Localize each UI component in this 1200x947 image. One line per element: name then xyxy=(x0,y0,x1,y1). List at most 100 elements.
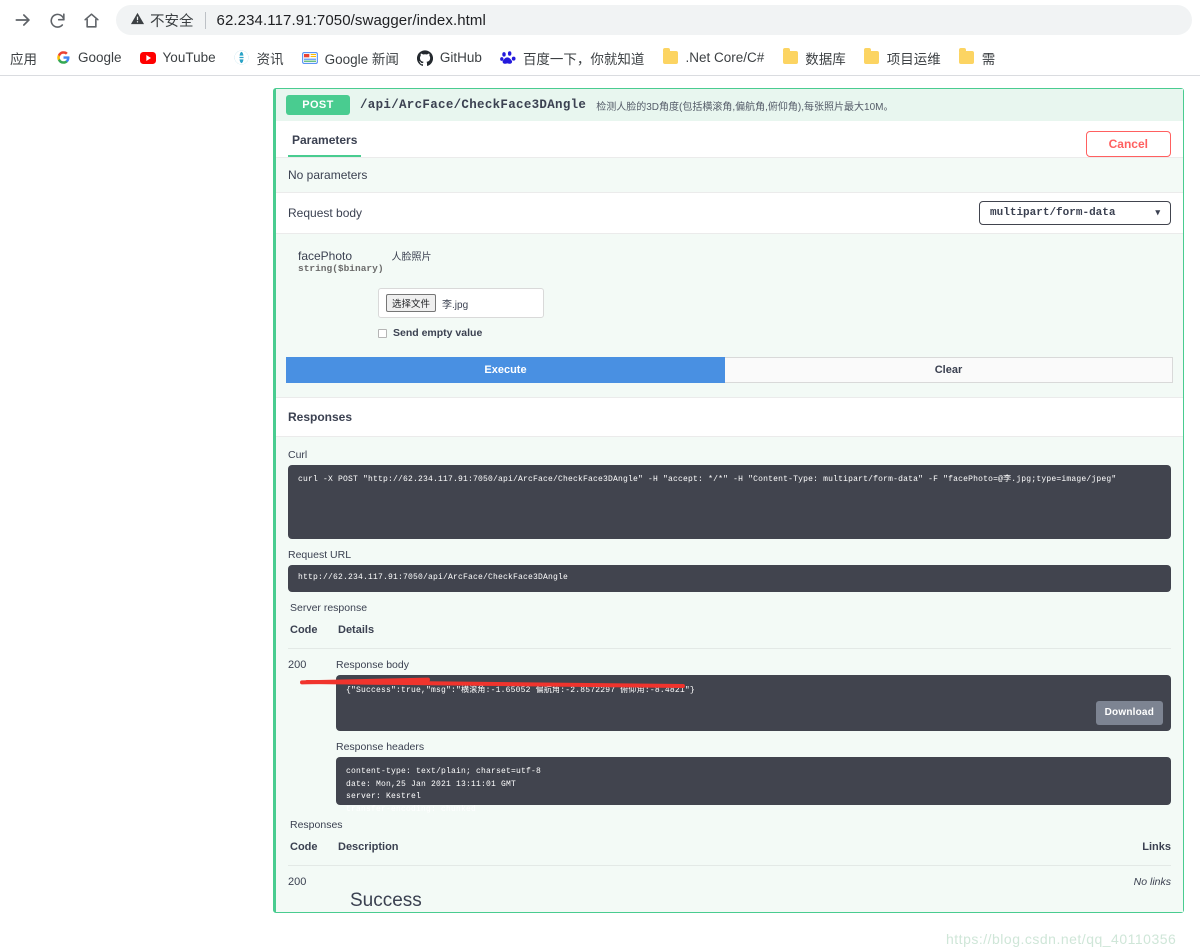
response-description-cell: Success xyxy=(336,876,1111,912)
curl-command-block[interactable]: curl -X POST "http://62.234.117.91:7050/… xyxy=(288,465,1171,539)
bookmark-folder-netcore[interactable]: .Net Core/C# xyxy=(662,50,764,66)
operation-body: Parameters Cancel No parameters Request … xyxy=(276,121,1183,912)
address-bar[interactable]: 不安全 62.234.117.91:7050/swagger/index.htm… xyxy=(116,5,1192,35)
content-type-select[interactable]: multipart/form-data ▾ xyxy=(979,201,1171,225)
file-upload-input[interactable]: 选择文件 李.jpg xyxy=(378,288,544,318)
bookmark-news-globe[interactable]: 资讯 xyxy=(234,48,284,68)
folder-icon xyxy=(959,50,975,66)
header-transfer-encoding: transfer-encoding: chunked xyxy=(346,804,1161,817)
bookmark-label: 百度一下，你就知道 xyxy=(523,48,645,68)
cancel-button[interactable]: Cancel xyxy=(1086,131,1171,157)
bookmark-google[interactable]: Google xyxy=(55,50,122,66)
parameters-tabrow: Parameters Cancel xyxy=(276,121,1183,157)
header-server: server: Kestrel xyxy=(346,791,1161,804)
folder-icon xyxy=(864,50,880,66)
bookmark-baidu[interactable]: 百度一下，你就知道 xyxy=(500,48,645,68)
bookmark-label: .Net Core/C# xyxy=(685,50,764,65)
response-body-label: Response body xyxy=(336,659,1171,671)
parameter-description: 人脸照片 xyxy=(392,248,432,263)
browser-toolbar: 不安全 62.234.117.91:7050/swagger/index.htm… xyxy=(0,0,1200,40)
spacer xyxy=(276,383,1183,397)
clear-button[interactable]: Clear xyxy=(725,357,1173,383)
execute-button[interactable]: Execute xyxy=(286,357,725,383)
bookmark-label: Google 新闻 xyxy=(325,48,399,68)
responses-heading: Responses xyxy=(276,397,1183,437)
tab-parameters[interactable]: Parameters xyxy=(288,131,361,157)
response-headers-label: Response headers xyxy=(336,741,1171,753)
endpoint-path: /api/ArcFace/CheckFace3DAngle xyxy=(360,98,586,112)
server-response-row: 200 Response body {"Success":true,"msg":… xyxy=(288,648,1171,805)
parameter-name: facePhoto xyxy=(298,249,384,263)
bookmarks-bar: 应用 Google YouTube 资讯 Google 新闻 xyxy=(0,40,1200,76)
chevron-down-icon: ▾ xyxy=(1155,208,1160,218)
http-method-badge: POST xyxy=(286,95,350,115)
bookmark-label: 应用 xyxy=(10,48,37,68)
request-url-label: Request URL xyxy=(288,549,1171,561)
server-response-table-head: Code Details xyxy=(288,620,1171,648)
header-date: date: Mon,25 Jan 2021 13:11:01 GMT xyxy=(346,779,1161,792)
not-secure-warning[interactable]: 不安全 xyxy=(130,10,194,31)
request-body-row: Request body multipart/form-data ▾ xyxy=(276,192,1183,233)
column-code: Code xyxy=(290,841,338,853)
github-icon xyxy=(417,50,433,66)
bookmark-youtube[interactable]: YouTube xyxy=(140,50,216,66)
folder-icon xyxy=(662,50,678,66)
response-headers-block[interactable]: content-type: text/plain; charset=utf-8 … xyxy=(336,757,1171,805)
request-body-label: Request body xyxy=(288,206,362,220)
content-type-value: multipart/form-data xyxy=(990,207,1115,219)
browser-chrome: 不安全 62.234.117.91:7050/swagger/index.htm… xyxy=(0,0,1200,80)
bookmark-folder-database[interactable]: 数据库 xyxy=(782,48,846,68)
send-empty-value-row[interactable]: Send empty value xyxy=(378,327,1171,339)
responses-table-head: Code Description Links xyxy=(288,837,1171,865)
curl-command-text: curl -X POST "http://62.234.117.91:7050/… xyxy=(298,475,1116,484)
response-description: Success xyxy=(336,876,1111,912)
folder-icon xyxy=(782,50,798,66)
bookmark-folder-ops[interactable]: 项目运维 xyxy=(864,48,941,68)
youtube-icon xyxy=(140,50,156,66)
column-links: Links xyxy=(1111,841,1171,853)
bookmark-label: 项目运维 xyxy=(887,48,941,68)
bookmark-label: 资讯 xyxy=(257,48,284,68)
server-response-label: Server response xyxy=(288,592,1171,620)
omnibox-divider xyxy=(205,12,206,29)
not-secure-label: 不安全 xyxy=(150,10,194,31)
column-description: Description xyxy=(338,841,1111,853)
forward-arrow-icon[interactable] xyxy=(8,5,38,35)
bookmark-label: GitHub xyxy=(440,50,482,65)
column-details: Details xyxy=(338,624,1171,636)
bookmark-apps[interactable]: 应用 xyxy=(10,48,37,68)
header-content-type: content-type: text/plain; charset=utf-8 xyxy=(346,766,1161,779)
bookmark-label: 数据库 xyxy=(805,48,846,68)
parameter-type: string($binary) xyxy=(298,263,384,274)
column-code: Code xyxy=(290,624,338,636)
endpoint-description: 检测人脸的3D角度(包括横滚角,偏航角,俯仰角),每张照片最大10M。 xyxy=(596,98,893,113)
baidu-icon xyxy=(500,50,516,66)
swagger-operation-block: POST /api/ArcFace/CheckFace3DAngle 检测人脸的… xyxy=(273,88,1184,913)
bookmark-github[interactable]: GitHub xyxy=(417,50,482,66)
google-news-icon xyxy=(302,50,318,66)
operation-header[interactable]: POST /api/ArcFace/CheckFace3DAngle 检测人脸的… xyxy=(276,89,1183,121)
bookmark-label: YouTube xyxy=(163,50,216,65)
response-details-area: Curl curl -X POST "http://62.234.117.91:… xyxy=(276,437,1183,912)
request-url-text: http://62.234.117.91:7050/api/ArcFace/Ch… xyxy=(298,573,568,582)
globe-news-icon xyxy=(234,50,250,66)
choose-file-button[interactable]: 选择文件 xyxy=(386,294,436,312)
google-icon xyxy=(55,50,71,66)
reload-icon[interactable] xyxy=(42,5,72,35)
response-code: 200 xyxy=(288,876,336,912)
download-button[interactable]: Download xyxy=(1096,701,1163,725)
send-empty-value-checkbox[interactable] xyxy=(378,329,387,338)
no-parameters-row: No parameters xyxy=(276,157,1183,192)
response-links: No links xyxy=(1111,876,1171,912)
table-row: 200 Success No links xyxy=(288,865,1171,912)
bookmark-label: 需 xyxy=(982,48,996,68)
curl-label: Curl xyxy=(288,449,1171,461)
send-empty-value-label: Send empty value xyxy=(393,327,482,339)
home-icon[interactable] xyxy=(76,5,106,35)
watermark: https://blog.csdn.net/qq_40110356 xyxy=(946,931,1176,947)
address-bar-url[interactable]: 62.234.117.91:7050/swagger/index.html xyxy=(217,12,486,29)
selected-file-name: 李.jpg xyxy=(442,296,468,311)
bookmark-google-news[interactable]: Google 新闻 xyxy=(302,48,399,68)
request-url-block[interactable]: http://62.234.117.91:7050/api/ArcFace/Ch… xyxy=(288,565,1171,592)
bookmark-folder-requirements[interactable]: 需 xyxy=(959,48,996,68)
